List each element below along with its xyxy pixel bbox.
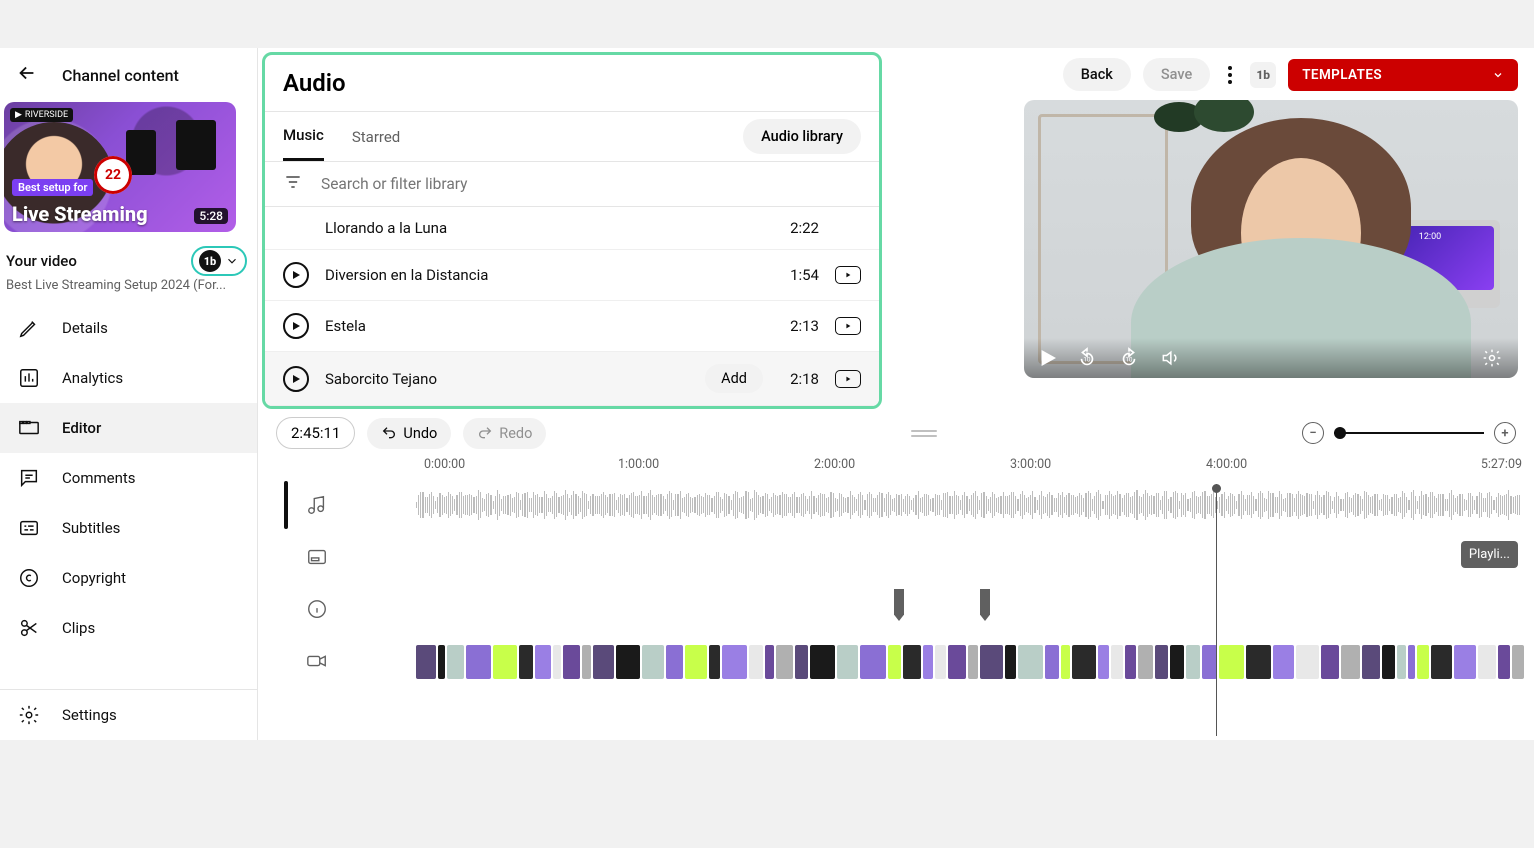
save-button[interactable]: Save — [1143, 58, 1210, 91]
track-duration: 2:13 — [779, 317, 819, 335]
preview-play-icon[interactable] — [1040, 350, 1056, 366]
track-row[interactable]: Saborcito Tejano Add 2:18 — [265, 352, 879, 406]
templates-label: TEMPLATES — [1302, 67, 1382, 83]
youtube-icon[interactable] — [835, 370, 861, 388]
zoom-out-button[interactable]: − — [1302, 422, 1324, 444]
thumbnail-duration: 5:28 — [194, 208, 228, 224]
chevron-down-icon — [1492, 69, 1504, 81]
timeline-ruler[interactable]: 0:00:00 1:00:00 2:00:00 3:00:00 4:00:00 … — [258, 457, 1534, 479]
sidebar-item-label: Analytics — [62, 369, 123, 387]
audio-track[interactable] — [266, 479, 1534, 531]
audio-panel: Audio Music Starred Audio library Lloran… — [262, 52, 882, 409]
sidebar-item-subtitles[interactable]: Subtitles — [0, 503, 257, 553]
sidebar-item-label: Details — [62, 319, 108, 337]
sidebar-item-label: Subtitles — [62, 519, 120, 537]
svg-text:10: 10 — [1125, 356, 1133, 364]
forward-10-icon[interactable]: 10 — [1118, 347, 1140, 369]
video-thumbnail[interactable]: ▶ RIVERSIDE 22 Best setup for Live Strea… — [4, 102, 236, 232]
endscreen-track[interactable]: Playli... — [266, 531, 1534, 583]
info-track[interactable] — [266, 583, 1534, 635]
timecode[interactable]: 2:45:11 — [276, 417, 355, 449]
sidebar-item-copyright[interactable]: Copyright — [0, 553, 257, 603]
track-row[interactable]: Llorando a la Luna 2:22 — [265, 207, 879, 250]
chapter-marker[interactable] — [894, 589, 904, 621]
your-video-label: Your video — [6, 252, 77, 270]
youtube-icon[interactable] — [835, 317, 861, 335]
track-name: Estela — [325, 317, 763, 335]
endscreen-element[interactable]: Playli... — [1461, 541, 1518, 568]
video-track[interactable] — [266, 635, 1534, 687]
undo-button[interactable]: Undo — [367, 418, 451, 449]
timeline: 0:00:00 1:00:00 2:00:00 3:00:00 4:00:00 … — [258, 457, 1534, 740]
your-video-subtitle: Best Live Streaming Setup 2024 (For... — [0, 278, 257, 303]
sidebar-item-editor[interactable]: Editor — [0, 403, 257, 453]
audio-library-button[interactable]: Audio library — [743, 119, 861, 154]
timeline-playhead[interactable] — [1216, 484, 1217, 736]
search-input[interactable] — [321, 175, 861, 193]
sidebar-item-label: Editor — [62, 419, 101, 437]
track-duration: 1:54 — [779, 266, 819, 284]
sidebar-item-clips[interactable]: Clips — [0, 603, 257, 653]
sidebar-item-comments[interactable]: Comments — [0, 453, 257, 503]
chapter-marker[interactable] — [980, 589, 990, 621]
play-icon[interactable] — [283, 262, 309, 288]
volume-icon[interactable] — [1160, 348, 1180, 368]
thumbnail-brand: ▶ RIVERSIDE — [10, 108, 73, 122]
sidebar-item-label: Comments — [62, 469, 136, 487]
templates-button[interactable]: TEMPLATES — [1288, 59, 1518, 91]
redo-label: Redo — [499, 425, 532, 442]
undo-label: Undo — [403, 425, 437, 442]
add-track-button[interactable]: Add — [705, 364, 763, 393]
back-arrow-icon[interactable] — [16, 62, 38, 88]
thumbnail-badge: 22 — [94, 156, 132, 194]
tubebuddy-logo-icon[interactable]: 1b — [1250, 62, 1276, 88]
ext-logo-icon: 1b — [199, 250, 221, 272]
audio-panel-title: Audio — [265, 55, 879, 112]
sidebar-item-analytics[interactable]: Analytics — [0, 353, 257, 403]
thumbnail-title: Live Streaming — [12, 202, 148, 226]
ext-dropdown[interactable]: 1b — [191, 246, 247, 276]
sidebar-item-label: Copyright — [62, 569, 126, 587]
sidebar-item-details[interactable]: Details — [0, 303, 257, 353]
sidebar-item-label: Clips — [62, 619, 95, 637]
zoom-slider[interactable] — [1334, 432, 1484, 434]
svg-text:10: 10 — [1083, 356, 1091, 364]
redo-button[interactable]: Redo — [463, 418, 546, 449]
track-row[interactable]: Estela 2:13 — [265, 301, 879, 352]
track-duration: 2:22 — [779, 219, 819, 237]
settings-gear-icon[interactable] — [1482, 348, 1502, 368]
youtube-icon[interactable] — [835, 266, 861, 284]
tab-starred[interactable]: Starred — [352, 114, 400, 160]
track-name: Diversion en la Distancia — [325, 266, 763, 284]
rewind-10-icon[interactable]: 10 — [1076, 347, 1098, 369]
chevron-down-icon — [225, 254, 239, 268]
video-preview: 12:00 10 10 — [1024, 100, 1518, 378]
track-row[interactable]: Diversion en la Distancia 1:54 — [265, 250, 879, 301]
play-icon[interactable] — [283, 313, 309, 339]
thumbnail-banner: Best setup for — [12, 179, 93, 196]
track-name: Llorando a la Luna — [325, 219, 763, 237]
track-name: Saborcito Tejano — [325, 370, 689, 388]
filter-icon[interactable] — [283, 172, 303, 196]
play-icon[interactable] — [283, 366, 309, 392]
sidebar-item-settings[interactable]: Settings — [0, 690, 257, 740]
zoom-in-button[interactable]: + — [1494, 422, 1516, 444]
back-button[interactable]: Back — [1063, 58, 1131, 91]
more-menu-icon[interactable] — [1222, 62, 1238, 88]
track-duration: 2:18 — [779, 370, 819, 388]
panel-resize-handle[interactable] — [909, 430, 939, 437]
main: Back Save 1b TEMPLATES Audio Music Starr… — [258, 48, 1534, 740]
sidebar-item-label: Settings — [62, 706, 117, 724]
sidebar: Channel content ▶ RIVERSIDE 22 Best setu… — [0, 48, 258, 740]
page-title: Channel content — [62, 66, 179, 85]
tab-music[interactable]: Music — [283, 112, 324, 161]
